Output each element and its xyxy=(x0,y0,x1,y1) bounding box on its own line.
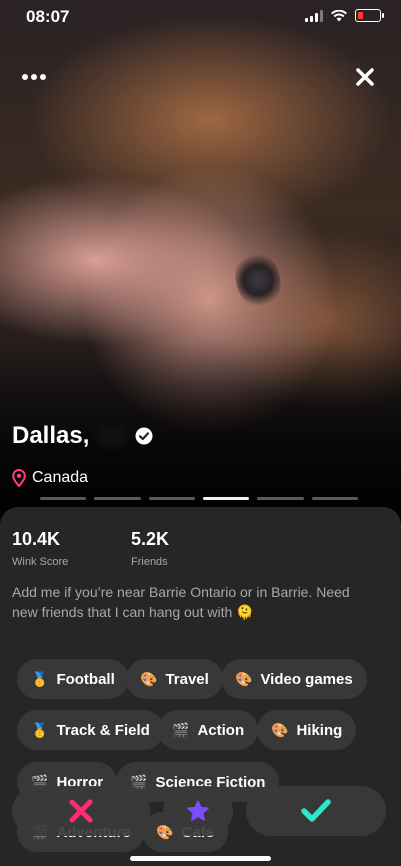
clapperboard-icon: 🎬 xyxy=(172,722,190,738)
medal-icon: 🥇 xyxy=(31,722,49,738)
close-icon[interactable] xyxy=(352,64,378,90)
status-icons xyxy=(305,9,384,22)
location-row: Canada xyxy=(12,469,88,487)
photo-progress-segment[interactable] xyxy=(257,497,304,500)
super-like-button[interactable] xyxy=(163,786,233,836)
interest-label: Video games xyxy=(260,670,353,688)
interest-label: Track & Field xyxy=(56,721,150,739)
interest-label: Travel xyxy=(165,670,209,688)
photo-detail xyxy=(228,245,288,315)
photo-progress xyxy=(40,497,358,500)
wifi-icon xyxy=(331,9,347,21)
interest-chip[interactable]: 🥇 Track & Field xyxy=(17,710,164,750)
check-icon xyxy=(301,799,331,822)
interest-label: Hiking xyxy=(296,721,343,739)
palette-icon: 🎨 xyxy=(271,722,289,738)
photo-progress-segment[interactable] xyxy=(40,497,87,500)
signal-icon xyxy=(305,9,323,22)
location-pin-icon xyxy=(12,469,26,487)
stat-friends: 5.2K Friends xyxy=(131,529,169,568)
medal-icon: 🥇 xyxy=(31,671,49,687)
interest-label: Action xyxy=(197,721,245,739)
interest-chip[interactable]: 🎬 Action xyxy=(158,710,259,750)
palette-icon: 🎨 xyxy=(235,671,253,687)
photo-progress-segment-active[interactable] xyxy=(202,497,250,500)
palette-icon: 🎨 xyxy=(140,671,158,687)
status-time: 08:07 xyxy=(26,7,70,26)
photo-progress-segment[interactable] xyxy=(311,497,358,500)
profile-name-row: Dallas, xyxy=(12,422,153,450)
like-button[interactable] xyxy=(246,786,386,836)
photo-progress-segment[interactable] xyxy=(94,497,141,500)
stat-wink-score: 10.4K Wink Score xyxy=(12,529,68,568)
profile-name: Dallas, xyxy=(12,422,90,449)
star-icon xyxy=(187,800,209,821)
x-icon xyxy=(69,799,93,823)
interest-chip[interactable]: 🎨 Hiking xyxy=(257,710,357,750)
more-dots-icon xyxy=(22,74,28,80)
battery-icon xyxy=(355,9,384,22)
status-bar: 08:07 xyxy=(0,0,401,34)
interest-label: Football xyxy=(56,670,115,688)
interest-chip[interactable]: 🎨 Travel xyxy=(126,659,223,699)
pass-button[interactable] xyxy=(12,786,150,836)
profile-bio: Add me if you’re near Barrie Ontario or … xyxy=(12,584,350,620)
interest-chip[interactable]: 🎨 Video games xyxy=(221,659,367,699)
photo-progress-segment[interactable] xyxy=(148,497,195,500)
stat-label: Friends xyxy=(131,556,168,568)
blurred-age xyxy=(95,425,130,447)
home-indicator[interactable] xyxy=(130,856,271,861)
interest-chip[interactable]: 🥇 Football xyxy=(17,659,129,699)
location-text: Canada xyxy=(32,469,89,486)
stat-label: Wink Score xyxy=(12,556,69,568)
more-button[interactable] xyxy=(20,66,48,88)
verified-badge-icon xyxy=(135,427,153,445)
stat-value: 10.4K xyxy=(12,529,61,549)
stat-value: 5.2K xyxy=(131,529,170,549)
